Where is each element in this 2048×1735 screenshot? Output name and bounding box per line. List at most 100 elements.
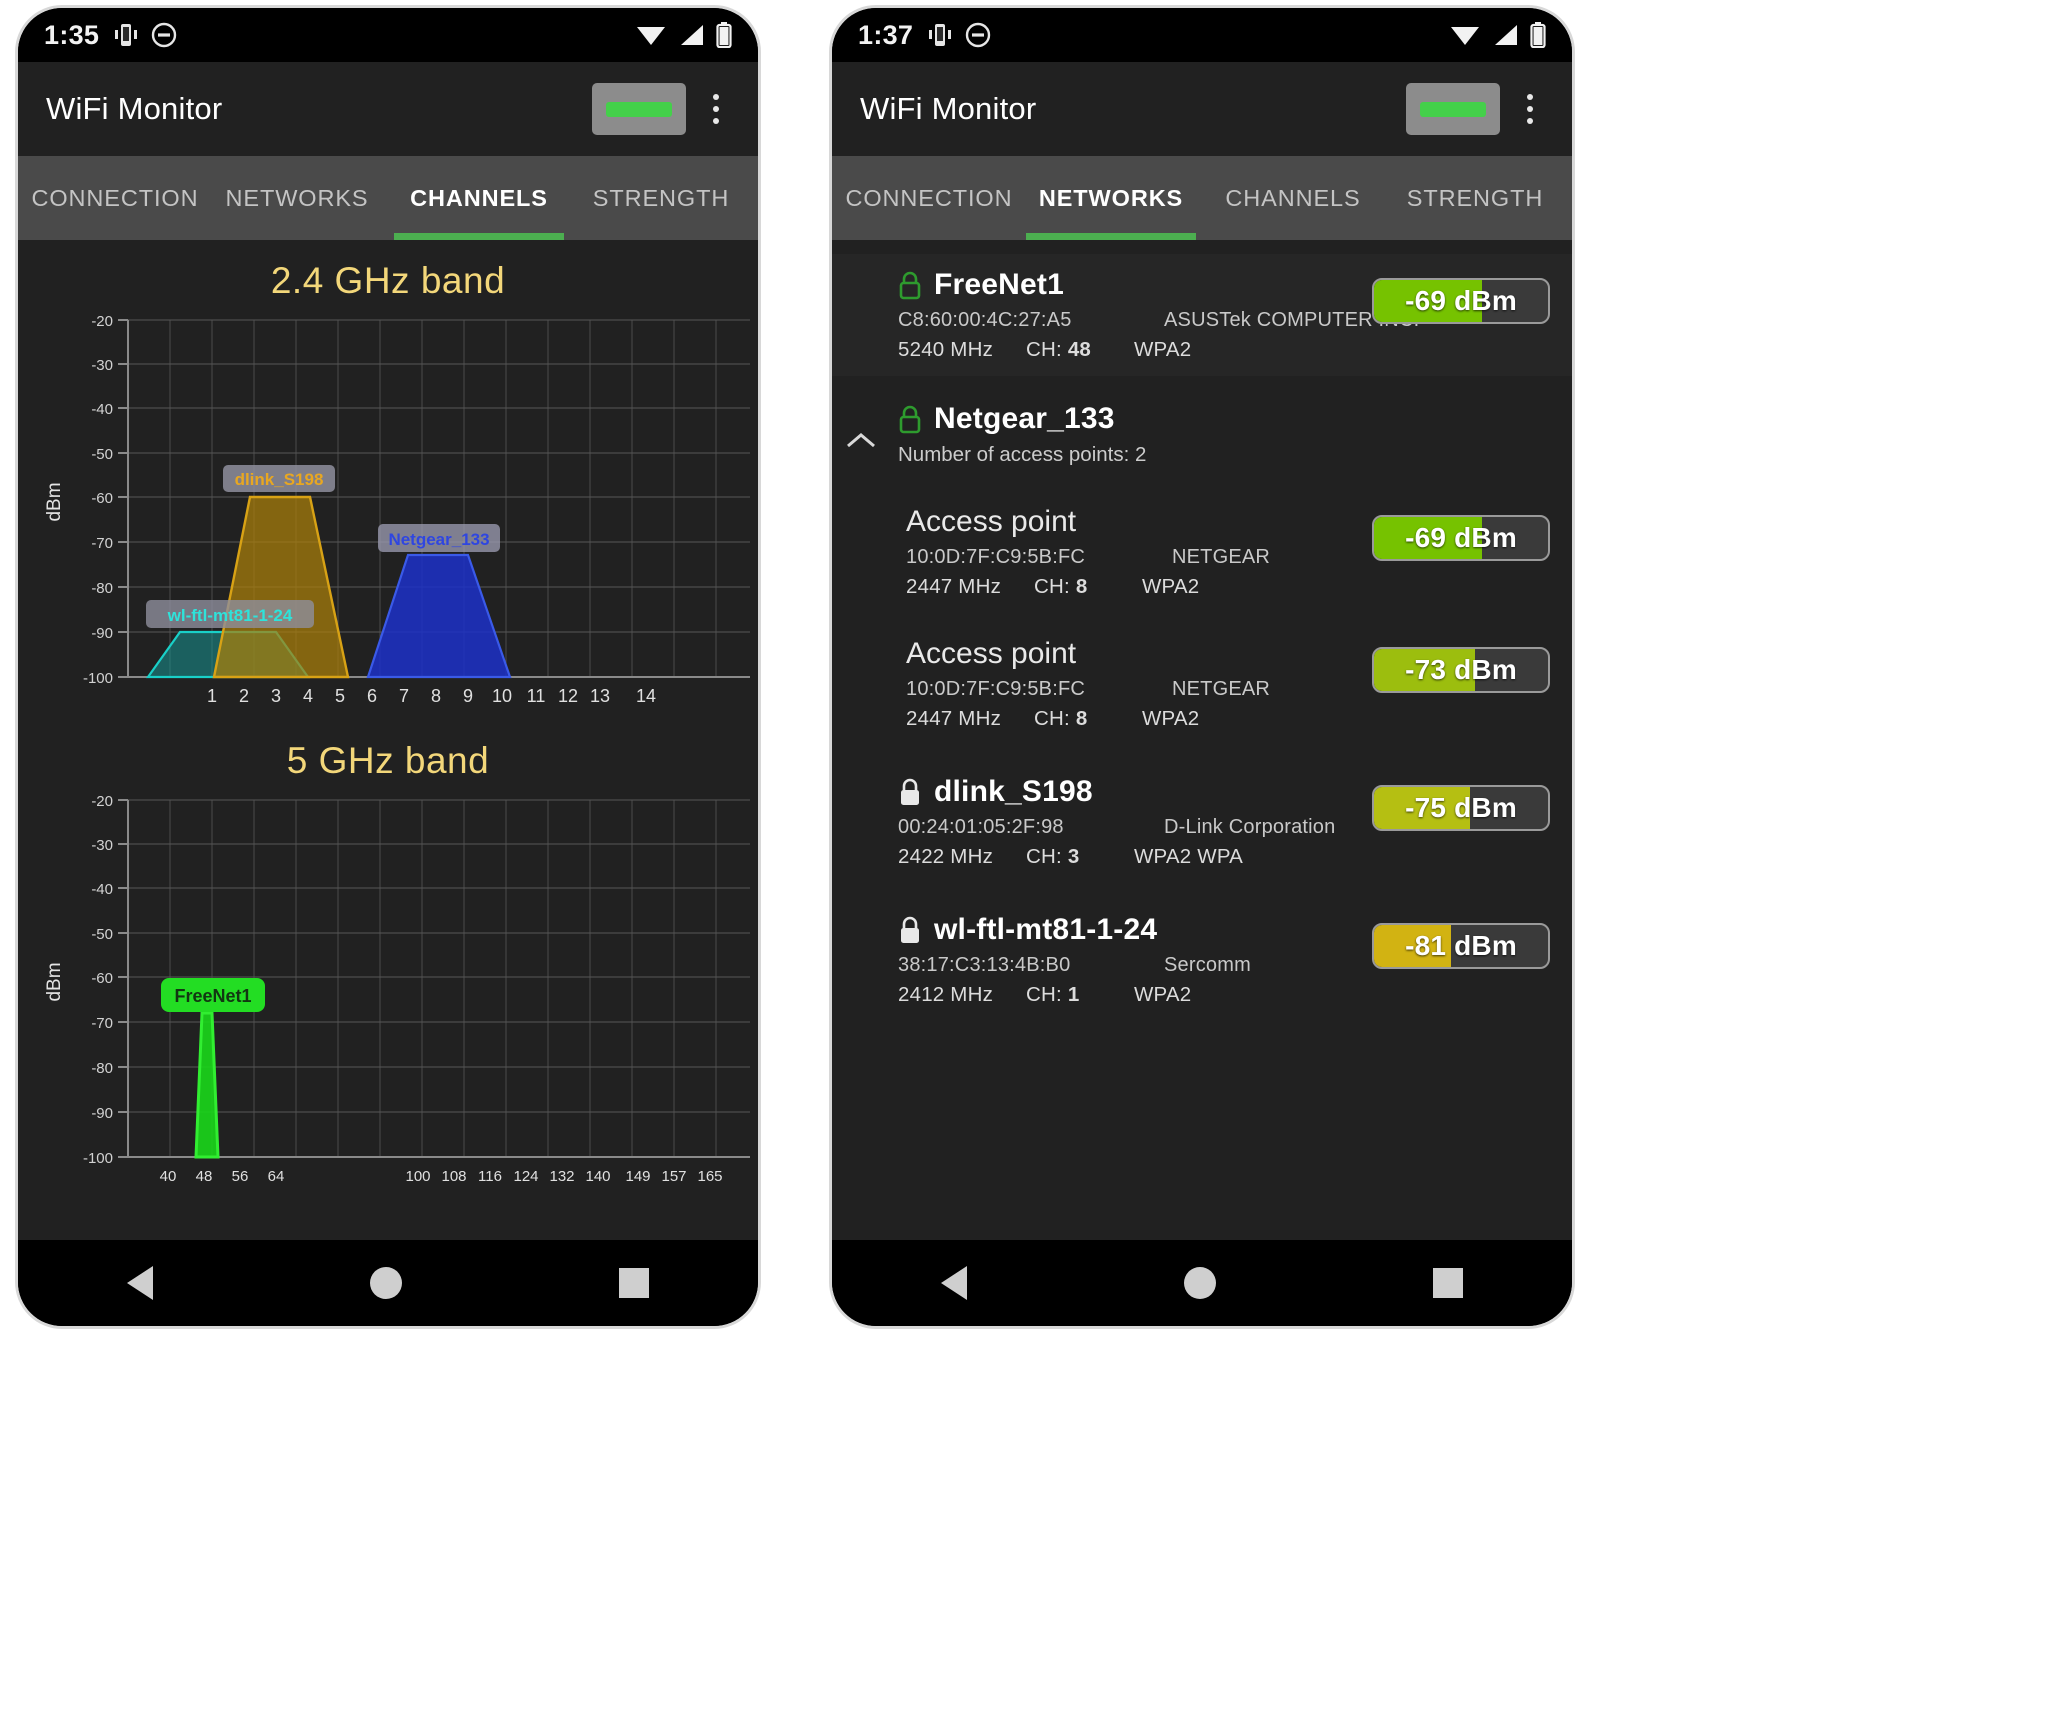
status-badge: -69 dBm: [1372, 515, 1550, 561]
svg-text:48: 48: [196, 1168, 213, 1185]
svg-text:-70: -70: [91, 535, 113, 552]
access-point-freq-channel: 2447 MHz CH: 8 WPA2: [906, 707, 1356, 731]
dnd-icon: [966, 22, 991, 48]
network-ssid: wl-ftl-mt81-1-24: [934, 913, 1158, 946]
lock-icon: [901, 916, 919, 943]
svg-text:56: 56: [232, 1168, 249, 1185]
app-bar-actions-right: [1406, 83, 1550, 135]
network-vendor: D-Link Corporation: [1164, 816, 1336, 838]
status-right-icons: [636, 22, 732, 48]
nav-recent-icon[interactable]: [619, 1268, 650, 1298]
app-bar-actions-left: [592, 83, 736, 135]
network-freq-channel: 2412 MHz CH: 1 WPA2: [898, 983, 1356, 1007]
vibrate-icon: [929, 24, 952, 46]
tab-networks[interactable]: NETWORKS: [206, 156, 388, 240]
status-left-icons: [115, 22, 177, 48]
network-header: wl-ftl-mt81-1-24: [898, 913, 1356, 947]
network-channel: CH: 3: [1026, 845, 1080, 868]
phone-right: 1:37 WiFi Monitor CONNECTION NETWORKS CH…: [832, 8, 1572, 1326]
svg-text:-40: -40: [91, 881, 113, 898]
access-point-vendor: NETGEAR: [1172, 546, 1271, 568]
access-point-title: Access point: [906, 637, 1077, 670]
network-row-wl-ftl-mt81-1-24[interactable]: wl-ftl-mt81-1-24 38:17:C3:13:4B:B0 Serco…: [832, 883, 1572, 1021]
toggle-indicator: [1420, 101, 1486, 117]
network-info: wl-ftl-mt81-1-24 38:17:C3:13:4B:B0 Serco…: [890, 913, 1356, 1007]
svg-text:-80: -80: [91, 1060, 113, 1077]
svg-text:dlink_S198: dlink_S198: [235, 470, 324, 489]
vibrate-icon: [115, 24, 138, 46]
tab-connection[interactable]: CONNECTION: [838, 156, 1020, 240]
svg-text:132: 132: [549, 1168, 574, 1185]
svg-text:-30: -30: [91, 837, 113, 854]
network-signal-empty: [1534, 402, 1550, 412]
overflow-menu-icon[interactable]: [696, 83, 736, 135]
tab-strength[interactable]: STRENGTH: [1384, 156, 1566, 240]
scan-toggle-button[interactable]: [1406, 83, 1500, 135]
network-bssid: 38:17:C3:13:4B:B0: [898, 954, 1071, 976]
status-badge: -81 dBm: [1372, 923, 1550, 969]
networks-list: FreeNet1 C8:60:00:4C:27:A5 ASUSTek COMPU…: [832, 240, 1572, 1021]
svg-text:-20: -20: [91, 793, 113, 810]
svg-text:8: 8: [431, 686, 441, 706]
access-point-count: Number of access points: 2: [898, 443, 1147, 466]
signal-icon: [1495, 25, 1517, 45]
nav-back-icon[interactable]: [126, 1266, 153, 1300]
svg-text:108: 108: [441, 1168, 466, 1185]
network-bssid: C8:60:00:4C:27:A5: [898, 309, 1072, 331]
status-badge: -73 dBm: [1372, 647, 1550, 693]
signal-icon: [681, 25, 703, 45]
chevron-up-icon[interactable]: [832, 402, 890, 452]
network-vendor: Sercomm: [1164, 954, 1251, 976]
network-signal: -69 dBm: [1356, 268, 1550, 324]
tab-channels[interactable]: CHANNELS: [388, 156, 570, 240]
network-info: dlink_S198 00:24:01:05:2F:98 D-Link Corp…: [890, 775, 1356, 869]
status-time: 1:35: [44, 19, 100, 50]
chart-2_4ghz: -20 -30 -40 -50 -60 -70 -80 -90 -100 dBm: [18, 302, 758, 722]
network-signal: -81 dBm: [1356, 913, 1550, 969]
status-right-icons: [1450, 22, 1546, 48]
scan-toggle-button[interactable]: [592, 83, 686, 135]
svg-text:9: 9: [463, 686, 473, 706]
svg-text:FreeNet1: FreeNet1: [174, 986, 251, 1006]
nav-home-icon[interactable]: [1183, 1267, 1216, 1299]
network-frequency: 2412 MHz: [898, 983, 994, 1006]
svg-text:1: 1: [207, 686, 217, 706]
network-ssid: Netgear_133: [934, 402, 1115, 435]
svg-text:-30: -30: [91, 357, 113, 374]
band-24-title: 2.4 GHz band: [270, 260, 506, 301]
svg-text:-90: -90: [91, 1105, 113, 1122]
network-ssid: dlink_S198: [934, 775, 1093, 808]
nav-recent-icon[interactable]: [1433, 1268, 1464, 1298]
nav-home-icon[interactable]: [369, 1267, 402, 1299]
tab-channels[interactable]: CHANNELS: [1202, 156, 1384, 240]
nav-back-icon[interactable]: [940, 1266, 967, 1300]
access-point-row[interactable]: Access point 10:0D:7F:C9:5B:FC NETGEAR 2…: [832, 613, 1572, 745]
status-badge: -69 dBm: [1372, 278, 1550, 324]
status-badge: -75 dBm: [1372, 785, 1550, 831]
svg-text:165: 165: [697, 1168, 722, 1185]
network-row-freenet1[interactable]: FreeNet1 C8:60:00:4C:27:A5 ASUSTek COMPU…: [832, 254, 1572, 376]
access-point-info: Access point 10:0D:7F:C9:5B:FC NETGEAR 2…: [898, 505, 1356, 599]
tab-strength[interactable]: STRENGTH: [570, 156, 752, 240]
network-row-dlink-s198[interactable]: dlink_S198 00:24:01:05:2F:98 D-Link Corp…: [832, 745, 1572, 883]
network-group-netgear-133[interactable]: Netgear_133 Number of access points: 2: [832, 376, 1572, 481]
svg-text:149: 149: [625, 1168, 650, 1185]
access-point-security: WPA2: [1142, 575, 1200, 598]
overflow-menu-icon[interactable]: [1510, 83, 1550, 135]
access-point-info: Access point 10:0D:7F:C9:5B:FC NETGEAR 2…: [898, 637, 1356, 731]
svg-text:-80: -80: [91, 580, 113, 597]
network-signal: -75 dBm: [1356, 775, 1550, 831]
access-point-bssid-vendor: 10:0D:7F:C9:5B:FC NETGEAR: [906, 546, 1356, 569]
svg-text:5: 5: [335, 686, 345, 706]
chevron-placeholder: [832, 913, 890, 941]
tab-networks[interactable]: NETWORKS: [1020, 156, 1202, 240]
network-security: WPA2: [1134, 983, 1192, 1006]
svg-text:157: 157: [661, 1168, 686, 1185]
tab-connection[interactable]: CONNECTION: [24, 156, 206, 240]
access-point-row[interactable]: Access point 10:0D:7F:C9:5B:FC NETGEAR 2…: [832, 481, 1572, 613]
svg-text:12: 12: [558, 686, 578, 706]
chart-label-dlink-s198: dlink_S198: [223, 465, 335, 492]
screenshot-root: 1:35 WiFi Monitor CONNECTION NETWORKS CH…: [0, 0, 2048, 1735]
chevron-placeholder: [832, 775, 890, 803]
nav-bar-right: [832, 1240, 1572, 1326]
